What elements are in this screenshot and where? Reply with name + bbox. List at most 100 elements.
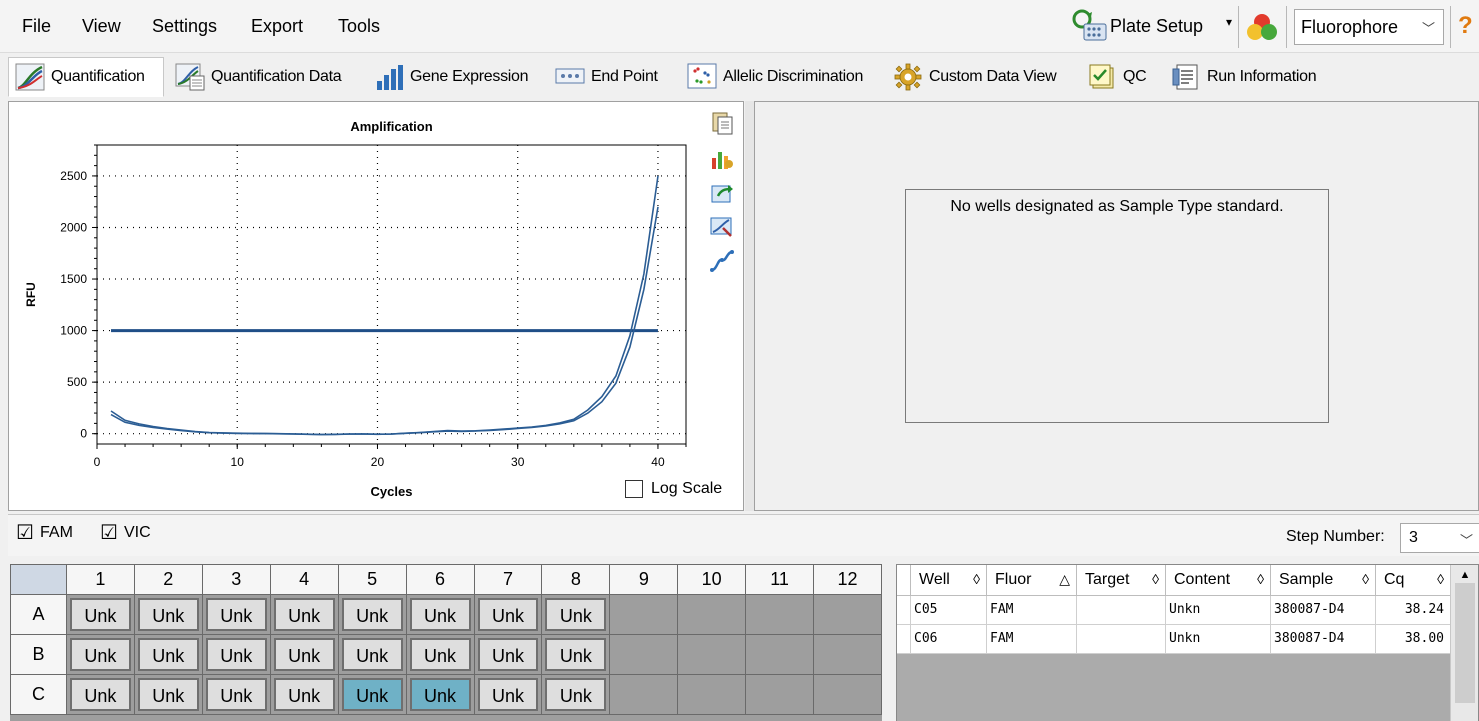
- tab-qc[interactable]: QC: [1080, 57, 1160, 97]
- plate-well[interactable]: Unk: [473, 674, 543, 715]
- menu-tools[interactable]: Tools: [338, 16, 380, 37]
- header-content[interactable]: Content ◊: [1166, 565, 1271, 596]
- plate-well[interactable]: Unk: [337, 594, 407, 635]
- plate-well[interactable]: Unk: [65, 674, 135, 715]
- empty-well[interactable]: [677, 634, 747, 675]
- plate-well[interactable]: Unk: [133, 674, 203, 715]
- row-header[interactable]: B: [10, 634, 67, 675]
- column-header[interactable]: 9: [609, 564, 679, 595]
- amplification-chart[interactable]: 0 10 20 30 40 0 500 1000 1500 2000 2500 Amplificati…: [9, 102, 745, 512]
- plate-well[interactable]: Unk: [133, 594, 203, 635]
- column-header[interactable]: 11: [745, 564, 815, 595]
- menu-file[interactable]: File: [22, 16, 51, 37]
- plate-well[interactable]: Unk: [269, 674, 339, 715]
- empty-well[interactable]: [745, 594, 815, 635]
- menu-view[interactable]: View: [82, 16, 121, 37]
- tab-end-point[interactable]: End Point: [548, 57, 676, 97]
- column-header[interactable]: 3: [201, 564, 271, 595]
- cell-cq[interactable]: 38.24: [1376, 596, 1451, 625]
- column-header[interactable]: 7: [473, 564, 543, 595]
- plate-well[interactable]: Unk: [405, 594, 475, 635]
- plate-well-selected[interactable]: Unk: [405, 674, 475, 715]
- plate-well[interactable]: Unk: [541, 674, 611, 715]
- column-header[interactable]: 10: [677, 564, 747, 595]
- plate-well[interactable]: Unk: [473, 634, 543, 675]
- empty-well[interactable]: [609, 634, 679, 675]
- menu-export[interactable]: Export: [251, 16, 303, 37]
- zoom-chart-icon[interactable]: [709, 214, 735, 240]
- vic-filter[interactable]: ☑ VIC: [98, 523, 151, 543]
- fluorophore-color-icon[interactable]: [1244, 10, 1280, 46]
- empty-well[interactable]: [677, 674, 747, 715]
- cell-fluor[interactable]: FAM: [987, 596, 1077, 625]
- column-header[interactable]: 12: [813, 564, 882, 595]
- copy-icon[interactable]: [709, 110, 735, 136]
- scroll-up-icon[interactable]: ▲: [1455, 567, 1475, 583]
- column-header[interactable]: 6: [405, 564, 475, 595]
- empty-well[interactable]: [677, 594, 747, 635]
- header-target[interactable]: Target ◊: [1077, 565, 1166, 596]
- row-selector[interactable]: [897, 625, 911, 654]
- plate-well[interactable]: Unk: [65, 594, 135, 635]
- log-scale-checkbox[interactable]: [625, 480, 643, 498]
- plate-well[interactable]: Unk: [201, 674, 271, 715]
- tab-custom-data-view[interactable]: Custom Data View: [886, 57, 1076, 97]
- fluorophore-select[interactable]: Fluorophore ﹀: [1294, 9, 1444, 45]
- tab-run-information[interactable]: Run Information: [1164, 57, 1336, 97]
- cell-content[interactable]: Unkn: [1166, 625, 1271, 654]
- empty-well[interactable]: [609, 674, 679, 715]
- column-header[interactable]: 8: [541, 564, 611, 595]
- row-header[interactable]: A: [10, 594, 67, 635]
- row-header[interactable]: C: [10, 674, 67, 715]
- cell-cq[interactable]: 38.00: [1376, 625, 1451, 654]
- column-header[interactable]: 2: [133, 564, 203, 595]
- plate-well[interactable]: Unk: [201, 594, 271, 635]
- cell-content[interactable]: Unkn: [1166, 596, 1271, 625]
- plate-well[interactable]: Unk: [269, 594, 339, 635]
- tab-quantification-data[interactable]: Quantification Data: [168, 57, 363, 97]
- column-header[interactable]: 4: [269, 564, 339, 595]
- header-cq[interactable]: Cq ◊: [1376, 565, 1451, 596]
- column-header[interactable]: 5: [337, 564, 407, 595]
- empty-well[interactable]: [745, 634, 815, 675]
- curve-fit-icon[interactable]: [709, 248, 735, 274]
- plate-well[interactable]: Unk: [541, 594, 611, 635]
- plate-well[interactable]: Unk: [269, 634, 339, 675]
- fam-checkbox[interactable]: ☑: [14, 523, 36, 543]
- plate-well[interactable]: Unk: [473, 594, 543, 635]
- cell-fluor[interactable]: FAM: [987, 625, 1077, 654]
- plate-well[interactable]: Unk: [337, 634, 407, 675]
- plate-well[interactable]: Unk: [133, 634, 203, 675]
- tab-gene-expression[interactable]: Gene Expression: [367, 57, 544, 97]
- plate-well[interactable]: Unk: [201, 634, 271, 675]
- results-scrollbar[interactable]: ▲: [1450, 565, 1478, 721]
- empty-well[interactable]: [813, 674, 882, 715]
- empty-well[interactable]: [745, 674, 815, 715]
- cell-well[interactable]: C06: [911, 625, 987, 654]
- vic-checkbox[interactable]: ☑: [98, 523, 120, 543]
- plate-setup-button[interactable]: Plate Setup ▾: [1066, 6, 1232, 48]
- empty-well[interactable]: [813, 594, 882, 635]
- empty-well[interactable]: [813, 634, 882, 675]
- scrollbar-thumb[interactable]: [1455, 583, 1475, 703]
- plate-well-selected[interactable]: Unk: [337, 674, 407, 715]
- cell-target[interactable]: [1077, 625, 1166, 654]
- plate-well[interactable]: Unk: [405, 634, 475, 675]
- step-number-select[interactable]: 3 ﹀: [1400, 523, 1479, 553]
- column-header[interactable]: 1: [65, 564, 135, 595]
- menu-settings[interactable]: Settings: [152, 16, 217, 37]
- empty-well[interactable]: [609, 594, 679, 635]
- tab-allelic-discrimination[interactable]: Allelic Discrimination: [680, 57, 882, 97]
- header-well[interactable]: Well ◊: [911, 565, 987, 596]
- panel-splitter[interactable]: [745, 101, 754, 511]
- chart-settings-icon[interactable]: [709, 146, 735, 172]
- tab-quantification[interactable]: Quantification: [8, 57, 164, 97]
- header-fluor[interactable]: Fluor △: [987, 565, 1077, 596]
- cell-sample[interactable]: 380087-D4: [1271, 596, 1376, 625]
- cell-well[interactable]: C05: [911, 596, 987, 625]
- cell-sample[interactable]: 380087-D4: [1271, 625, 1376, 654]
- plate-well[interactable]: Unk: [541, 634, 611, 675]
- cell-target[interactable]: [1077, 596, 1166, 625]
- fam-filter[interactable]: ☑ FAM: [14, 523, 73, 543]
- row-selector[interactable]: [897, 596, 911, 625]
